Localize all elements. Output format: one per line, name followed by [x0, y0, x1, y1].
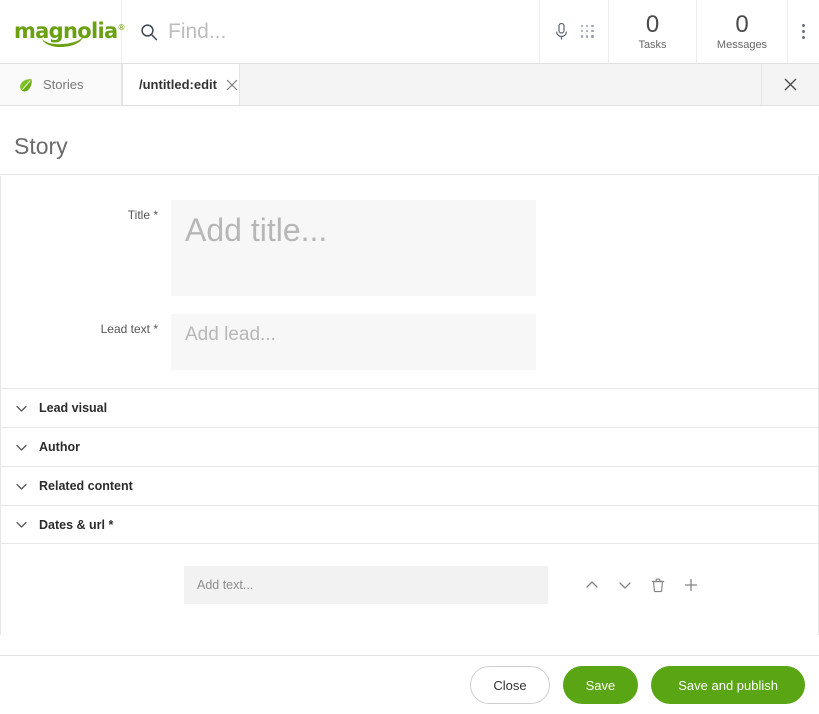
block-actions [584, 577, 699, 593]
messages-counter[interactable]: 0 Messages [696, 0, 787, 63]
section-dates-url[interactable]: Dates & url * [1, 505, 818, 544]
text-block-row [1, 544, 818, 604]
chevron-down-icon [15, 441, 28, 454]
search-icon [140, 23, 158, 41]
tasks-count: 0 [645, 11, 660, 39]
add-text-input[interactable] [184, 566, 548, 604]
chevron-down-icon [15, 402, 28, 415]
field-area: Title * Lead text * [1, 176, 818, 370]
tab-stories[interactable]: Stories [0, 64, 122, 105]
title-field[interactable] [171, 200, 536, 296]
page-title: Story [14, 133, 68, 159]
logo-cell[interactable]: magnolia® [0, 0, 125, 63]
accordion-sections: Lead visual Author Related content Dates… [1, 388, 818, 544]
header-overflow-menu[interactable] [787, 0, 819, 63]
vertical-dots-icon [802, 24, 805, 39]
chevron-down-icon [15, 480, 28, 493]
search-cell[interactable] [122, 0, 540, 63]
app-header: magnolia® 0 Tasks 0 Messages [0, 0, 819, 64]
section-dates-url-label: Dates & url * [39, 517, 114, 532]
move-down-icon[interactable] [617, 577, 633, 593]
microphone-icon[interactable] [554, 22, 569, 42]
title-label: Title * [127, 208, 158, 222]
lead-text-field[interactable] [171, 314, 536, 370]
search-input[interactable] [168, 19, 468, 44]
section-related-content[interactable]: Related content [1, 466, 818, 505]
messages-count: 0 [735, 11, 749, 39]
move-up-icon[interactable] [584, 577, 600, 593]
section-lead-visual-label: Lead visual [39, 401, 108, 415]
logo-swoosh [41, 34, 85, 49]
story-form-panel: Title * Lead text * Lead visual Author [0, 176, 819, 635]
save-and-publish-button[interactable]: Save and publish [651, 666, 805, 704]
form-footer: Close Save Save and publish [0, 655, 819, 714]
tab-bar: Stories /untitled:edit [0, 64, 819, 106]
header-icon-cell [540, 0, 608, 63]
save-button[interactable]: Save [562, 666, 639, 704]
tab-untitled-edit[interactable]: /untitled:edit [122, 64, 240, 105]
section-author-label: Author [39, 440, 80, 454]
tasks-counter[interactable]: 0 Tasks [608, 0, 696, 63]
tab-stories-label: Stories [43, 77, 84, 92]
page-title-bar: Story [0, 106, 819, 175]
tab-untitled-edit-label: /untitled:edit [139, 77, 217, 92]
section-author[interactable]: Author [1, 427, 818, 466]
section-related-content-label: Related content [39, 479, 133, 493]
lead-text-label: Lead text * [100, 322, 158, 336]
close-button[interactable]: Close [470, 666, 550, 704]
title-row: Title * [1, 200, 818, 296]
section-lead-visual[interactable]: Lead visual [1, 388, 818, 427]
close-icon [784, 78, 797, 91]
add-icon[interactable] [683, 577, 699, 593]
magnolia-logo: magnolia® [14, 21, 125, 49]
close-all-button[interactable] [762, 64, 819, 105]
leaf-icon [18, 77, 34, 93]
messages-label: Messages [716, 38, 768, 51]
lead-text-row: Lead text * [1, 314, 818, 370]
apps-grid-icon[interactable] [580, 24, 595, 39]
tasks-label: Tasks [638, 38, 667, 51]
chevron-down-icon [15, 518, 28, 531]
close-icon[interactable] [226, 79, 238, 91]
trash-icon[interactable] [650, 577, 666, 593]
tab-bar-spacer [240, 64, 762, 105]
